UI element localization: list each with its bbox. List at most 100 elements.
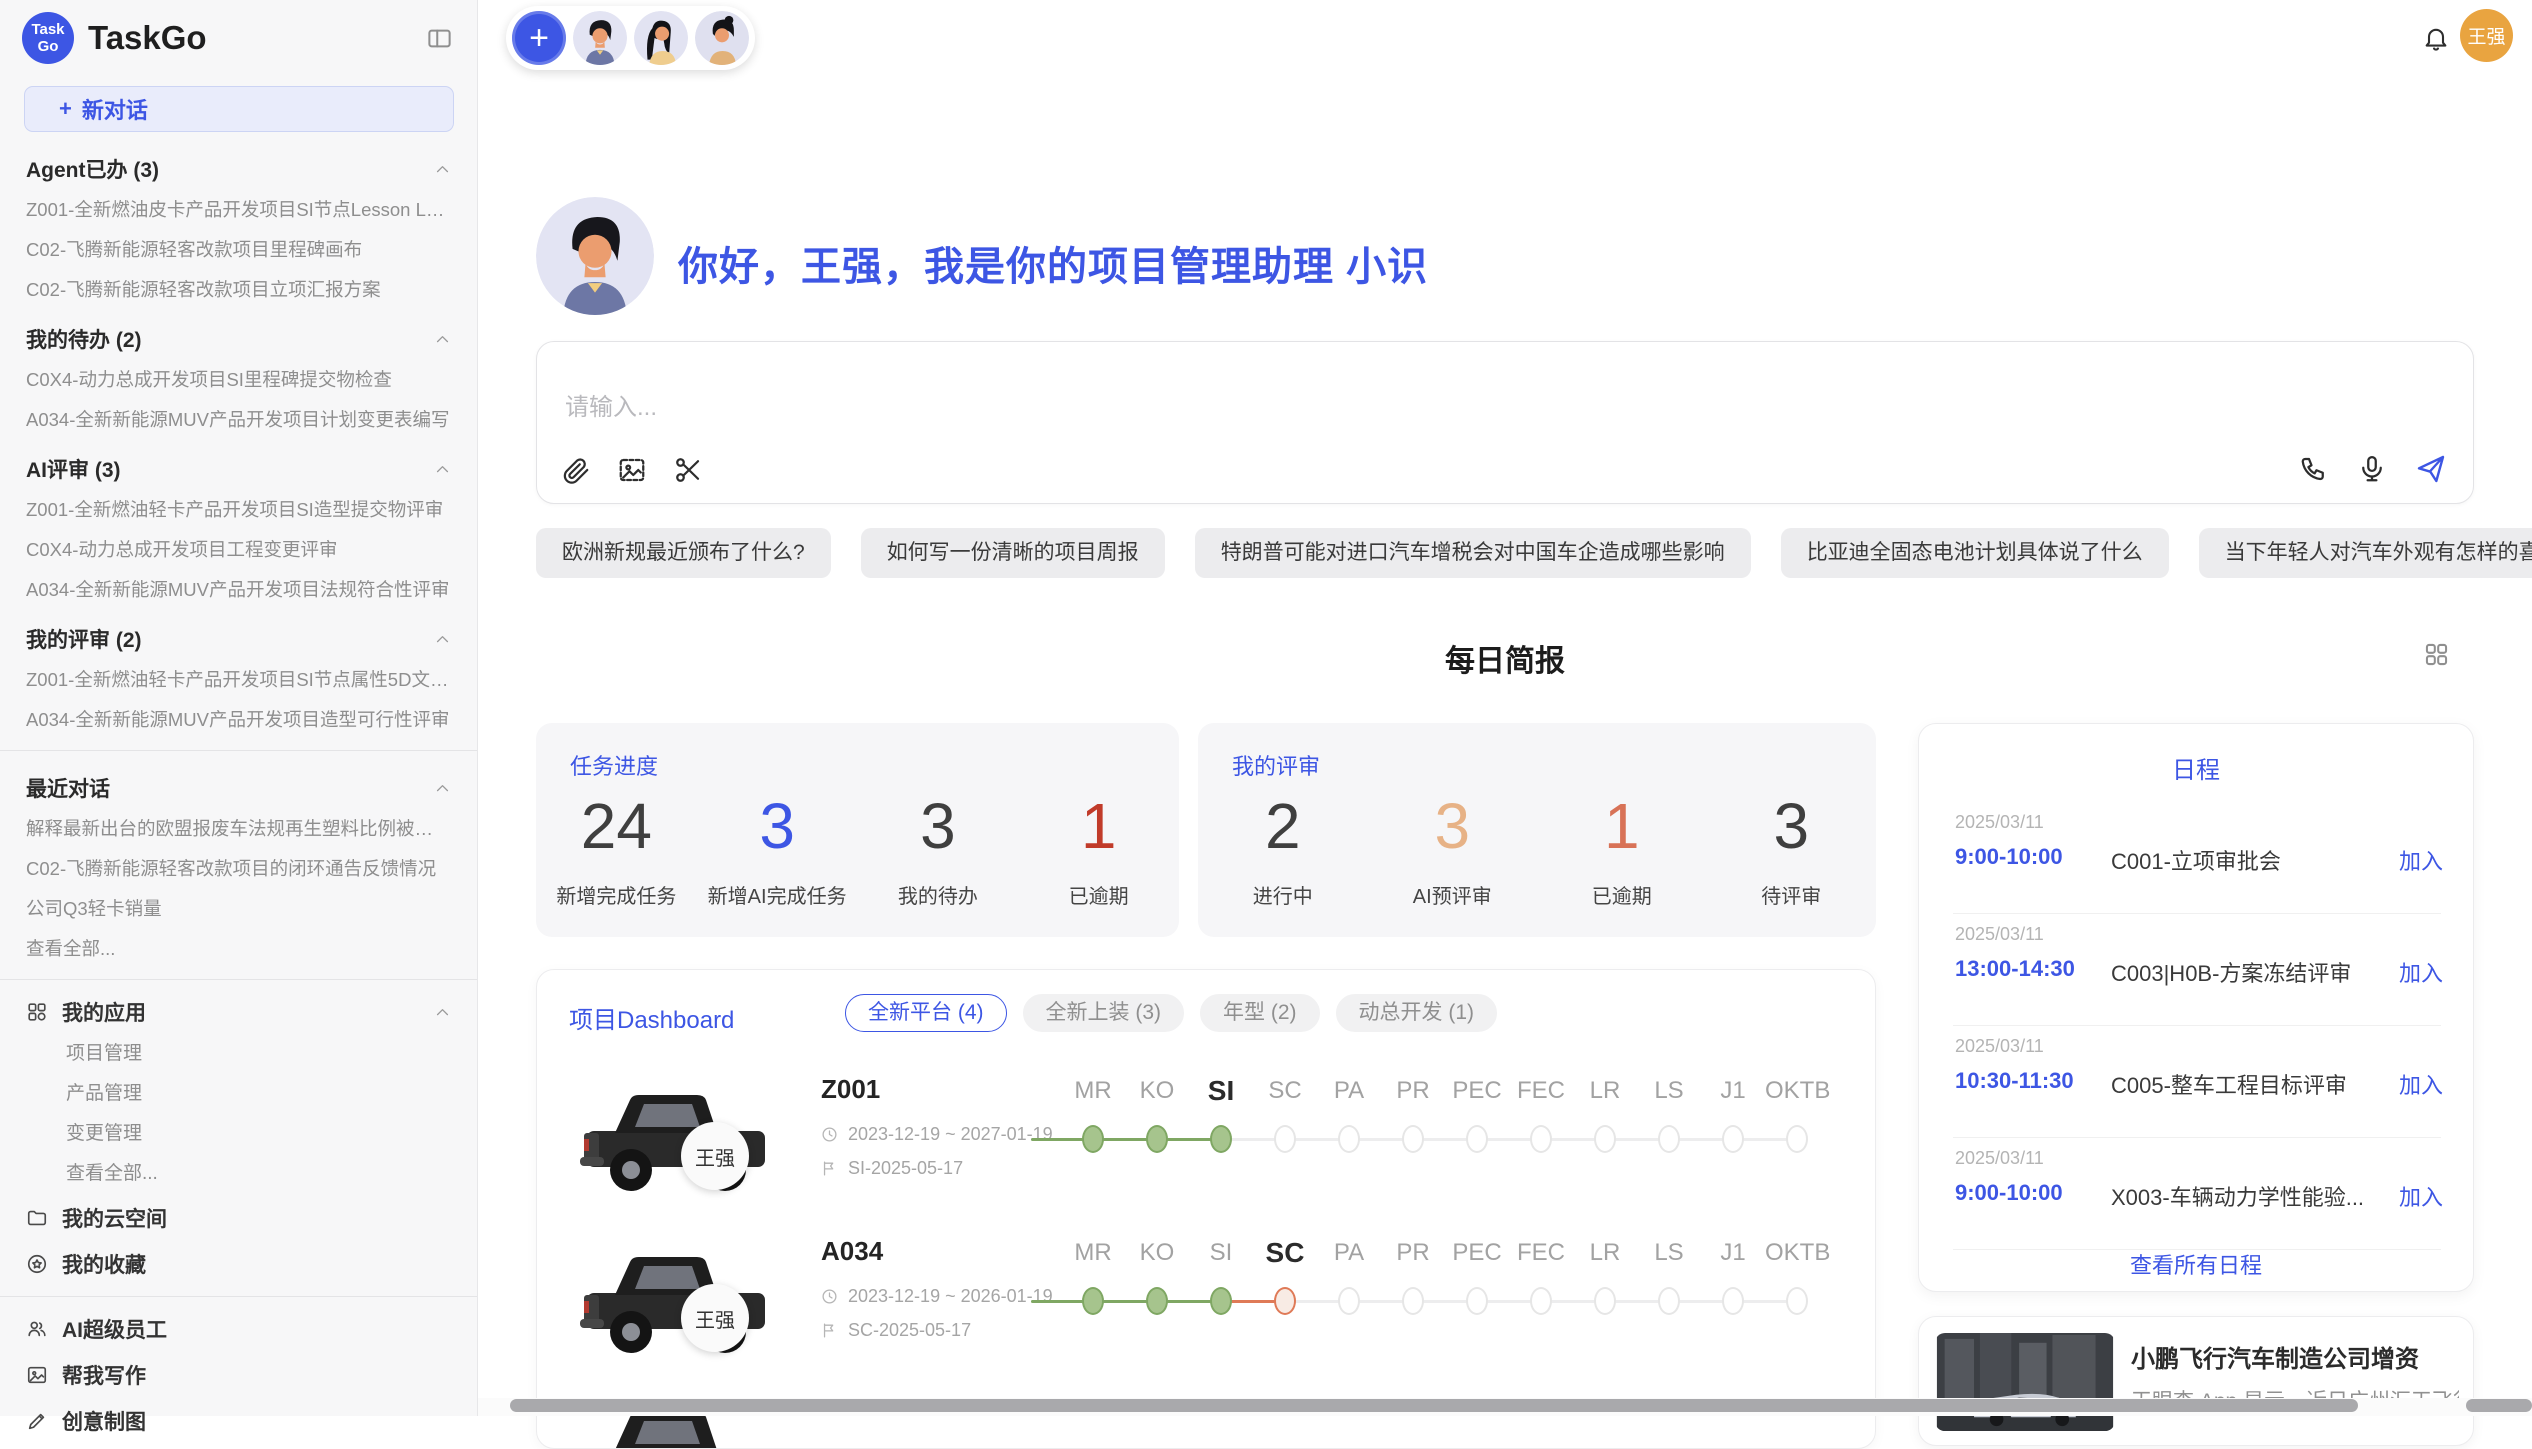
sidebar-item-cloud-space[interactable]: 我的云空间 — [26, 1204, 451, 1232]
schedule-item: 2025/03/11 10:30-11:30 C005-整车工程目标评审 加入 — [1919, 1026, 2475, 1138]
milestone-dot — [1210, 1287, 1232, 1315]
metric: 3 待评审 — [1707, 785, 1877, 917]
new-chat-button[interactable]: + 新对话 — [24, 86, 454, 132]
flag-icon — [821, 1160, 838, 1177]
milestone-label: PR — [1381, 1077, 1445, 1105]
sidebar-item-draw[interactable]: 创意制图 — [26, 1407, 451, 1435]
owner-badge: 王强 — [681, 1284, 749, 1352]
section-header-ai-review[interactable]: AI评审 (3) — [26, 456, 451, 482]
sidebar-item[interactable]: C02-飞腾新能源轻客改款项目的闭环通告反馈情况 — [26, 857, 451, 881]
sidebar-item-my-apps[interactable]: 我的应用 — [26, 998, 451, 1026]
view-all-link[interactable]: 查看全部... — [26, 937, 451, 961]
milestone-label: LR — [1573, 1077, 1637, 1105]
sidebar-item[interactable]: Z001-全新燃油轻卡产品开发项目SI造型提交物评审 — [26, 498, 451, 522]
image-icon[interactable] — [617, 455, 647, 485]
assistant-switcher: + — [506, 6, 755, 70]
milestone-label: SC — [1253, 1237, 1317, 1269]
metric-value: 1 — [1081, 794, 1117, 858]
section-header-recent[interactable]: 最近对话 — [26, 775, 451, 801]
sidebar-item[interactable]: A034-全新新能源MUV产品开发项目计划变更表编写 — [26, 408, 451, 432]
scissors-icon[interactable] — [673, 455, 703, 485]
news-card[interactable]: 小鹏飞行汽车制造公司增资 天眼查 App 显示，近日广州汇天飞行汽... — [1918, 1316, 2474, 1446]
milestone-dot — [1146, 1287, 1168, 1315]
filter-chip-powertrain[interactable]: 动总开发 (1) — [1336, 994, 1498, 1032]
filter-chip-year[interactable]: 年型 (2) — [1200, 994, 1320, 1032]
milestone-label: LS — [1637, 1239, 1701, 1267]
app-logo: Task Go — [22, 12, 74, 64]
sidebar-item[interactable]: C0X4-动力总成开发项目SI里程碑提交物检查 — [26, 368, 451, 392]
schedule-event-title: C005-整车工程目标评审 — [2111, 1068, 2347, 1100]
project-vehicle-image — [575, 1072, 775, 1202]
sidebar-item[interactable]: Z001-全新燃油轻卡产品开发项目SI节点属性5D文件评审 — [26, 668, 451, 692]
section-header-my-review[interactable]: 我的评审 (2) — [26, 626, 451, 652]
assistant-avatar-3[interactable] — [695, 11, 749, 65]
horizontal-scrollbar-thumb[interactable] — [510, 1399, 2358, 1412]
sidebar-collapse-icon[interactable] — [426, 25, 453, 52]
sidebar-item[interactable]: C0X4-动力总成开发项目工程变更评审 — [26, 538, 451, 562]
sidebar-item[interactable]: C02-飞腾新能源轻客改款项目立项汇报方案 — [26, 278, 451, 302]
milestone-label: KO — [1125, 1077, 1189, 1105]
assistant-avatar-1[interactable] — [573, 11, 627, 65]
schedule-item: 2025/03/11 13:00-14:30 C003|H0B-方案冻结评审 加… — [1919, 914, 2475, 1026]
project-row[interactable]: 王强 Z001 2023-12-19 ~ 2027-01-19 SI-2025-… — [537, 1072, 1876, 1228]
section-header-agent-done[interactable]: Agent已办 (3) — [26, 156, 451, 182]
milestone-label: J1 — [1701, 1077, 1765, 1105]
sidebar-item[interactable]: 解释最新出台的欧盟报废车法规再生塑料比例被调至15%... — [26, 817, 451, 841]
composer — [536, 341, 2474, 504]
chevron-up-icon — [434, 331, 451, 348]
card-title: 我的评审 — [1232, 749, 1320, 781]
sidebar-item[interactable]: 公司Q3轻卡销量 — [26, 897, 451, 921]
user-avatar[interactable]: 王强 — [2460, 9, 2513, 62]
microphone-icon[interactable] — [2357, 454, 2387, 484]
composer-input[interactable] — [565, 394, 1965, 422]
project-dates: 2023-12-19 ~ 2026-01-19 — [821, 1286, 1053, 1307]
schedule-time: 9:00-10:00 — [1955, 844, 2063, 870]
paperclip-icon[interactable] — [561, 455, 591, 485]
sidebar-item-favorites[interactable]: 我的收藏 — [26, 1250, 451, 1278]
divider — [0, 979, 477, 980]
metric: 1 已逾期 — [1537, 785, 1707, 917]
suggestion-chip[interactable]: 特朗普可能对进口汽车增税会对中国车企造成哪些影响 — [1195, 528, 1751, 578]
horizontal-scrollbar-thumb-end[interactable] — [2466, 1399, 2532, 1412]
schedule-item: 2025/03/11 9:00-10:00 X003-车辆动力学性能验... 加… — [1919, 1138, 2475, 1250]
view-all-schedule-link[interactable]: 查看所有日程 — [1919, 1248, 2473, 1280]
section-header-my-todo[interactable]: 我的待办 (2) — [26, 326, 451, 352]
sidebar-item[interactable]: A034-全新新能源MUV产品开发项目造型可行性评审 — [26, 708, 451, 732]
add-assistant-button[interactable]: + — [512, 11, 566, 65]
suggestion-chip[interactable]: 比亚迪全固态电池计划具体说了什么 — [1781, 528, 2169, 578]
milestone-dot — [1658, 1287, 1680, 1315]
milestone-label: FEC — [1509, 1239, 1573, 1267]
task-progress-card: 任务进度 24 新增完成任务 3 新增AI完成任务 3 我的待办 1 已逾期 — [536, 723, 1179, 937]
bell-icon[interactable] — [2422, 24, 2450, 52]
grid-layout-icon[interactable] — [2423, 641, 2450, 668]
section-title: 我的待办 (2) — [26, 324, 142, 354]
join-link[interactable]: 加入 — [2399, 844, 2443, 876]
phone-icon[interactable] — [2299, 454, 2329, 484]
sidebar-item-product-mgmt[interactable]: 产品管理 — [66, 1082, 451, 1106]
metric-label: 已逾期 — [1069, 880, 1129, 909]
suggestion-chip[interactable]: 如何写一份清晰的项目周报 — [861, 528, 1165, 578]
sidebar-item-label: 我的云空间 — [62, 1203, 167, 1233]
filter-chip-platform[interactable]: 全新平台 (4) — [845, 994, 1007, 1032]
sidebar-item-ai-staff[interactable]: AI超级员工 — [26, 1315, 451, 1343]
join-link[interactable]: 加入 — [2399, 1180, 2443, 1212]
sidebar-item-project-mgmt[interactable]: 项目管理 — [66, 1042, 451, 1066]
project-row[interactable]: 王强 A034 2023-12-19 ~ 2026-01-19 SC-2025-… — [537, 1234, 1876, 1390]
join-link[interactable]: 加入 — [2399, 1068, 2443, 1100]
suggestion-chip[interactable]: 欧洲新规最近颁布了什么? — [536, 528, 831, 578]
send-icon[interactable] — [2415, 453, 2447, 485]
sidebar-item-change-mgmt[interactable]: 变更管理 — [66, 1122, 451, 1146]
suggestion-chip[interactable]: 当下年轻人对汽车外观有怎样的喜好趋势 — [2199, 528, 2532, 578]
assistant-avatar-large — [536, 197, 654, 315]
milestone-label: OKTB — [1765, 1077, 1830, 1105]
milestone-label: J1 — [1701, 1239, 1765, 1267]
join-link[interactable]: 加入 — [2399, 956, 2443, 988]
daily-brief-title: 每日简报 — [536, 636, 2474, 680]
view-all-link[interactable]: 查看全部... — [66, 1162, 451, 1186]
sidebar-item[interactable]: A034-全新新能源MUV产品开发项目法规符合性评审 — [26, 578, 451, 602]
assistant-avatar-2[interactable] — [634, 11, 688, 65]
sidebar-item[interactable]: Z001-全新燃油皮卡产品开发项目SI节点Lesson Learn报告 — [26, 198, 451, 222]
filter-chip-body[interactable]: 全新上装 (3) — [1023, 994, 1185, 1032]
sidebar-item-write[interactable]: 帮我写作 — [26, 1361, 451, 1389]
sidebar-item[interactable]: C02-飞腾新能源轻客改款项目里程碑画布 — [26, 238, 451, 262]
